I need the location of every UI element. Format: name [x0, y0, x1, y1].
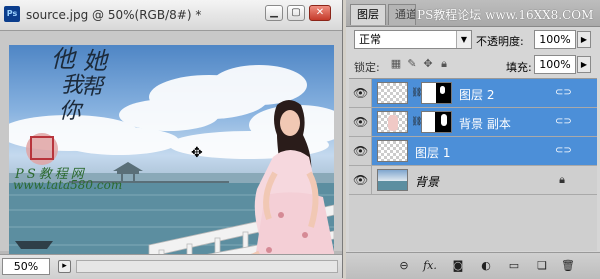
- document-title: source.jpg @ 50%(RGB/8#) *: [26, 8, 202, 22]
- fx-icon[interactable]: fx.: [422, 259, 438, 273]
- layer-row[interactable]: 👁︎ 图层 1 ⊂⊃: [349, 137, 597, 166]
- layers-list: 👁︎ ⛓︎ 图层 2 ⊂⊃ 👁︎ ⛓︎ 背景 副本 ⊂⊃ 👁︎ 图层 1 ⊂⊃ …: [349, 78, 597, 251]
- panel-tab-bar: 图层 通道 PS教程论坛 www.16XX8.COM: [346, 0, 600, 27]
- tab-channels[interactable]: 通道: [388, 4, 416, 25]
- lock-label: 锁定:: [354, 61, 380, 74]
- blend-mode-value: 正常: [359, 33, 381, 46]
- visibility-cell[interactable]: 👁︎: [349, 108, 372, 136]
- canvas-area[interactable]: 他 她 我 帮 你 PS教程网 www.tata580.com ✥: [0, 31, 342, 275]
- layer-row[interactable]: 👁︎ ⛓︎ 图层 2 ⊂⊃: [349, 79, 597, 108]
- calligraphy-char: 帮: [81, 75, 104, 100]
- layers-panel: 图层 通道 PS教程论坛 www.16XX8.COM 正常 ▼ 不透明度: 10…: [346, 0, 600, 279]
- fill-slider-button[interactable]: ▶: [577, 56, 591, 73]
- layer-name: 图层 2: [459, 88, 495, 102]
- link-layers-icon[interactable]: ⊖: [396, 259, 412, 273]
- link-icon[interactable]: ⛓︎: [411, 88, 422, 98]
- minimize-button[interactable]: ▁: [265, 5, 283, 21]
- layer-thumbnail: [377, 140, 408, 162]
- blend-mode-select[interactable]: 正常 ▼: [354, 30, 472, 49]
- document-window: Ps source.jpg @ 50%(RGB/8#) * ▁ ▢ ✕ 他 她 …: [0, 0, 343, 279]
- link-icon: ⊂⊃: [555, 87, 572, 98]
- lock-position-icon[interactable]: ✥: [422, 58, 434, 70]
- link-icon[interactable]: ⛓︎: [411, 117, 422, 127]
- fill-input[interactable]: 100%: [534, 55, 576, 74]
- delete-icon[interactable]: 🗑︎: [560, 259, 576, 273]
- layer-thumbnail: [377, 82, 408, 104]
- visibility-cell[interactable]: 👁︎: [349, 166, 372, 194]
- new-group-icon[interactable]: ▭: [506, 259, 522, 273]
- fill-label: 填充:: [506, 61, 532, 74]
- eye-icon[interactable]: 👁︎: [353, 116, 368, 128]
- add-mask-icon[interactable]: ◙: [450, 259, 466, 273]
- chevron-down-icon: ▼: [456, 31, 471, 48]
- link-icon: ⊂⊃: [555, 116, 572, 127]
- layer-mask-thumbnail: [421, 111, 452, 133]
- eye-icon[interactable]: 👁︎: [353, 87, 368, 99]
- document-titlebar[interactable]: Ps source.jpg @ 50%(RGB/8#) * ▁ ▢ ✕: [0, 0, 342, 31]
- horizontal-scrollbar[interactable]: [76, 260, 338, 273]
- tab-layers[interactable]: 图层: [350, 4, 386, 25]
- opacity-slider-button[interactable]: ▶: [577, 31, 591, 48]
- eye-icon[interactable]: 👁︎: [353, 174, 368, 186]
- layer-mask-thumbnail: [421, 82, 452, 104]
- layer-row[interactable]: 👁︎ ⛓︎ 背景 副本 ⊂⊃: [349, 108, 597, 137]
- photoshop-icon: Ps: [4, 6, 20, 22]
- lock-all-icon[interactable]: 🔒︎: [438, 58, 450, 70]
- lock-pixels-icon[interactable]: ✎: [406, 58, 418, 70]
- opacity-input[interactable]: 100%: [534, 30, 576, 49]
- lock-transparency-icon[interactable]: ▦: [390, 58, 402, 70]
- layer-thumbnail: [377, 169, 408, 191]
- photo: [9, 65, 334, 275]
- adjustment-icon[interactable]: ◐: [478, 259, 494, 273]
- eye-icon[interactable]: 👁︎: [353, 145, 368, 157]
- close-button[interactable]: ✕: [309, 5, 331, 21]
- zoom-field[interactable]: 50%: [2, 258, 50, 275]
- status-bar: 50% ▸: [0, 254, 342, 279]
- image-canvas[interactable]: 他 她 我 帮 你 PS教程网 www.tata580.com ✥: [9, 45, 334, 275]
- forum-watermark: PS教程论坛 www.16XX8.COM: [417, 8, 594, 22]
- layer-row[interactable]: 👁︎ 背景 🔒︎: [349, 166, 597, 195]
- visibility-cell[interactable]: 👁︎: [349, 137, 372, 165]
- panel-bottom-toolbar: ⊖ fx. ◙ ◐ ▭ ❏ 🗑︎: [346, 252, 600, 279]
- layer-name: 背景: [415, 175, 440, 189]
- layer-thumbnail: [377, 111, 408, 133]
- link-icon: ⊂⊃: [555, 145, 572, 156]
- visibility-cell[interactable]: 👁︎: [349, 79, 372, 107]
- opacity-label: 不透明度:: [476, 35, 524, 48]
- status-menu-icon[interactable]: ▸: [58, 260, 71, 273]
- website-watermark-url: www.tata580.com: [13, 178, 123, 192]
- lock-icon: 🔒︎: [559, 173, 565, 186]
- maximize-button[interactable]: ▢: [287, 5, 305, 21]
- calligraphy-char: 你: [59, 99, 82, 124]
- layer-name: 图层 1: [415, 146, 451, 160]
- new-layer-icon[interactable]: ❏: [534, 259, 550, 273]
- move-cursor-icon: ✥: [191, 145, 203, 161]
- layer-name: 背景 副本: [459, 117, 511, 131]
